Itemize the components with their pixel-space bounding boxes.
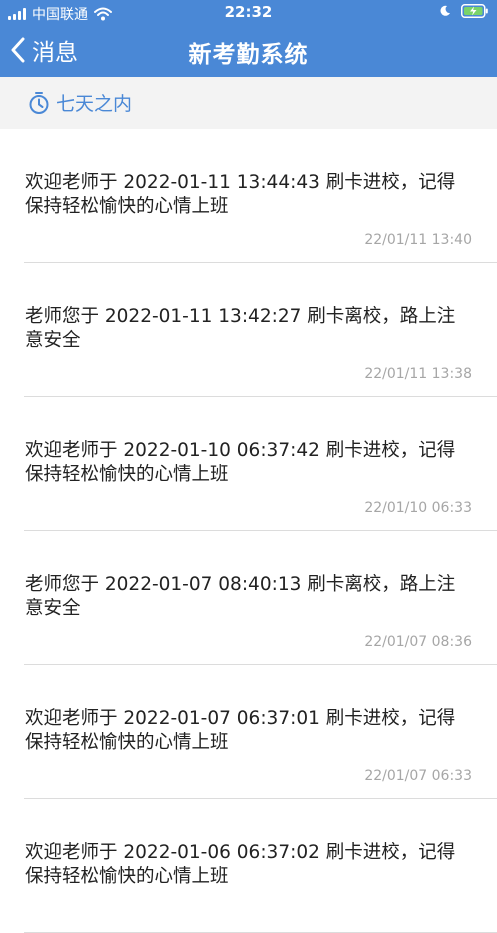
battery-charging-icon: [461, 4, 488, 18]
message-time: 22/01/07 08:36: [364, 634, 472, 650]
moon-icon: [440, 5, 450, 16]
message-item[interactable]: 欢迎老师于 2022-01-10 06:37:42 刷卡进校，记得保持轻松愉快的…: [24, 397, 497, 531]
status-bar: 中国联通 22:32: [0, 0, 497, 26]
message-item[interactable]: 欢迎老师于 2022-01-07 06:37:01 刷卡进校，记得保持轻松愉快的…: [24, 665, 497, 799]
message-text: 欢迎老师于 2022-01-10 06:37:42 刷卡进校，记得保持轻松愉快的…: [25, 440, 456, 485]
message-time: 22/01/07 06:33: [364, 768, 472, 784]
nav-bar: 消息 新考勤系统: [0, 26, 497, 77]
message-item[interactable]: 老师您于 2022-01-07 08:40:13 刷卡离校，路上注意安全 22/…: [24, 531, 497, 665]
filter-label: 七天之内: [56, 93, 133, 115]
page-title: 新考勤系统: [188, 42, 309, 68]
message-item[interactable]: 老师您于 2022-01-11 13:42:27 刷卡离校，路上注意安全 22/…: [24, 263, 497, 397]
message-time: 22/01/11 13:40: [364, 232, 472, 248]
message-text: 老师您于 2022-01-07 08:40:13 刷卡离校，路上注意安全: [25, 574, 456, 619]
message-item[interactable]: 欢迎老师于 2022-01-11 13:44:43 刷卡进校，记得保持轻松愉快的…: [24, 129, 497, 263]
message-text: 欢迎老师于 2022-01-06 06:37:02 刷卡进校，记得保持轻松愉快的…: [25, 842, 456, 887]
timer-icon: [29, 91, 49, 114]
message-text: 老师您于 2022-01-11 13:42:27 刷卡离校，路上注意安全: [25, 306, 456, 351]
filter-bar: 七天之内: [0, 77, 497, 129]
message-time: 22/01/11 13:38: [364, 366, 472, 382]
status-right: [439, 4, 489, 18]
message-text: 欢迎老师于 2022-01-07 06:37:01 刷卡进校，记得保持轻松愉快的…: [25, 708, 456, 753]
message-item[interactable]: 欢迎老师于 2022-01-06 06:37:02 刷卡进校，记得保持轻松愉快的…: [24, 799, 497, 933]
message-text: 欢迎老师于 2022-01-11 13:44:43 刷卡进校，记得保持轻松愉快的…: [25, 172, 456, 217]
app-header: 中国联通 22:32 消息 新考勤系统: [0, 0, 497, 77]
time-range-filter[interactable]: 七天之内: [28, 89, 132, 116]
message-list: 欢迎老师于 2022-01-11 13:44:43 刷卡进校，记得保持轻松愉快的…: [0, 129, 497, 933]
message-time: 22/01/10 06:33: [364, 500, 472, 516]
status-time: 22:32: [224, 3, 273, 21]
